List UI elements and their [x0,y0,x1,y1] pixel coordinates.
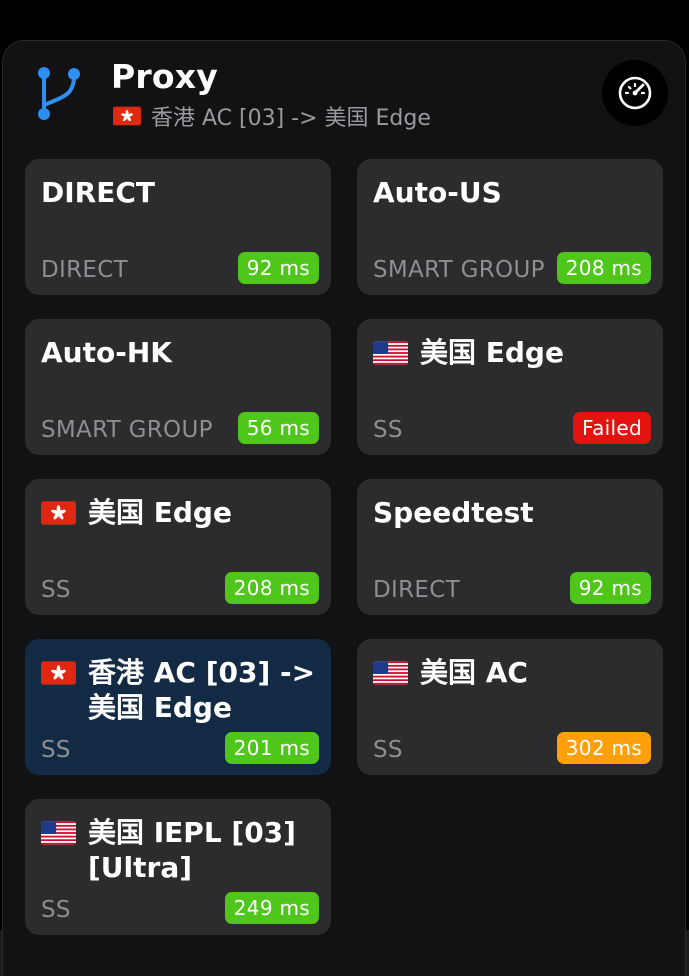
proxy-name-label: Auto-US [373,176,502,209]
proxy-type: SMART GROUP [373,257,545,283]
proxy-name: 美国 IEPL [03] [Ultra] [41,815,317,885]
branch-icon [38,67,80,120]
us-flag-icon [373,341,408,365]
proxy-card[interactable]: DIRECT DIRECT 92 ms [25,159,331,295]
screen: Proxy 香港 AC [03] -> 美国 Edge DIRECT DIRECT… [0,0,689,976]
proxy-name: 香港 AC [03] -> 美国 Edge [41,655,317,725]
latency-badge: 208 ms [556,252,651,284]
proxy-name: 美国 AC [373,655,649,690]
proxy-card[interactable]: 美国 IEPL [03] [Ultra] SS 249 ms [25,799,331,935]
proxy-name-label: Auto-HK [41,336,172,369]
hong-kong-flag-icon [113,106,141,126]
latency-badge: Failed [573,412,651,444]
proxy-name-label: DIRECT [41,176,155,209]
latency-badge: 208 ms [224,572,319,604]
proxy-name-label: 美国 AC [420,656,528,689]
latency-badge: 201 ms [224,732,319,764]
us-flag-icon [41,821,76,845]
latency-badge: 56 ms [237,412,319,444]
proxy-type: DIRECT [373,577,460,603]
latency-badge: 92 ms [237,252,319,284]
proxy-type: SS [41,577,71,603]
proxy-card[interactable]: 美国 Edge SS 208 ms [25,479,331,615]
proxy-type: SMART GROUP [41,417,213,443]
proxy-card[interactable]: Speedtest DIRECT 92 ms [357,479,663,615]
panel-title: Proxy [111,57,218,96]
hong-kong-flag-icon [41,501,76,525]
hong-kong-flag-icon [41,661,76,685]
proxy-type: SS [373,737,403,763]
proxy-type: DIRECT [41,257,128,283]
speedometer-icon [618,76,652,110]
proxy-name-label: 美国 IEPL [03] [Ultra] [88,816,296,884]
latency-badge: 249 ms [224,892,319,924]
proxy-card[interactable]: Auto-HK SMART GROUP 56 ms [25,319,331,455]
proxy-type: SS [41,737,71,763]
proxy-card[interactable]: 美国 Edge SS Failed [357,319,663,455]
proxy-name: 美国 Edge [41,495,317,530]
us-flag-icon [373,661,408,685]
proxy-name-label: 香港 AC [03] -> 美国 Edge [88,656,316,724]
panel-header: Proxy 香港 AC [03] -> 美国 Edge [3,41,685,151]
proxy-name-label: Speedtest [373,496,534,529]
proxy-group-panel: Proxy 香港 AC [03] -> 美国 Edge DIRECT DIRECT… [2,40,686,976]
proxy-card[interactable]: Auto-US SMART GROUP 208 ms [357,159,663,295]
current-selection: 香港 AC [03] -> 美国 Edge [113,100,431,132]
proxy-name: 美国 Edge [373,335,649,370]
proxy-type: SS [373,417,403,443]
current-selection-label: 香港 AC [03] -> 美国 Edge [151,106,431,131]
proxy-name: DIRECT [41,175,317,210]
proxy-name-label: 美国 Edge [420,336,564,369]
latency-badge: 302 ms [556,732,651,764]
proxy-type: SS [41,897,71,923]
latency-badge: 92 ms [569,572,651,604]
proxy-card[interactable]: 美国 AC SS 302 ms [357,639,663,775]
proxy-name: Speedtest [373,495,649,530]
proxy-name-label: 美国 Edge [88,496,232,529]
proxy-card[interactable]: 香港 AC [03] -> 美国 Edge SS 201 ms [25,639,331,775]
speed-test-button[interactable] [602,60,668,126]
proxy-name: Auto-HK [41,335,317,370]
proxy-name: Auto-US [373,175,649,210]
